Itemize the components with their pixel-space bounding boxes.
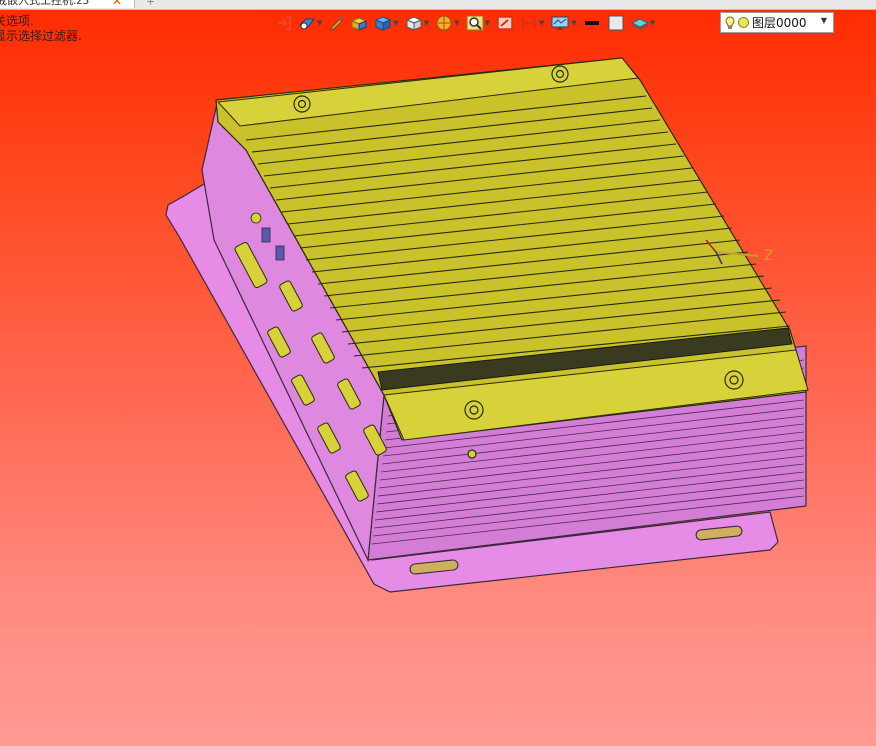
exit-icon[interactable]: [276, 13, 292, 33]
dimension-icon[interactable]: ▼: [520, 13, 544, 33]
z-axis-label: Z: [764, 248, 774, 264]
box-yellow-icon[interactable]: [350, 13, 368, 33]
layer-stack-icon[interactable]: ▼: [630, 13, 655, 33]
pen-icon[interactable]: [328, 13, 344, 33]
chevron-down-icon[interactable]: ▼: [317, 19, 322, 27]
fill-color-icon[interactable]: [607, 13, 625, 33]
zoom-icon[interactable]: ▼: [466, 13, 490, 33]
cube-blue-icon[interactable]: ▼: [374, 13, 399, 33]
chevron-down-icon[interactable]: ▼: [393, 19, 398, 27]
chevron-down-icon[interactable]: ▼: [485, 19, 490, 27]
display-icon[interactable]: ▼: [550, 13, 577, 33]
layer-color-icon: [738, 17, 749, 28]
section-icon[interactable]: [496, 13, 514, 33]
layer-selector[interactable]: 图层0000 ▼: [720, 12, 834, 33]
model-viewport[interactable]: [0, 0, 876, 746]
view-toolbar: ▼ ▼ ▼ ▼ ▼ ▼ ▼ ▼: [276, 13, 661, 33]
sphere-icon[interactable]: ▼: [435, 13, 460, 33]
cube-white-icon[interactable]: ▼: [405, 13, 429, 33]
line-color-icon[interactable]: [583, 13, 601, 33]
chevron-down-icon[interactable]: ▼: [821, 16, 827, 25]
view-filter-icon[interactable]: ▼: [298, 13, 322, 33]
chevron-down-icon[interactable]: ▼: [454, 19, 459, 27]
lightbulb-icon[interactable]: [725, 15, 735, 30]
chevron-down-icon[interactable]: ▼: [424, 19, 429, 27]
axis-triad: Z: [705, 239, 774, 265]
chevron-down-icon[interactable]: ▼: [571, 19, 576, 27]
chevron-down-icon[interactable]: ▼: [539, 19, 544, 27]
chevron-down-icon[interactable]: ▼: [650, 19, 655, 27]
layer-name: 图层0000: [752, 16, 807, 30]
